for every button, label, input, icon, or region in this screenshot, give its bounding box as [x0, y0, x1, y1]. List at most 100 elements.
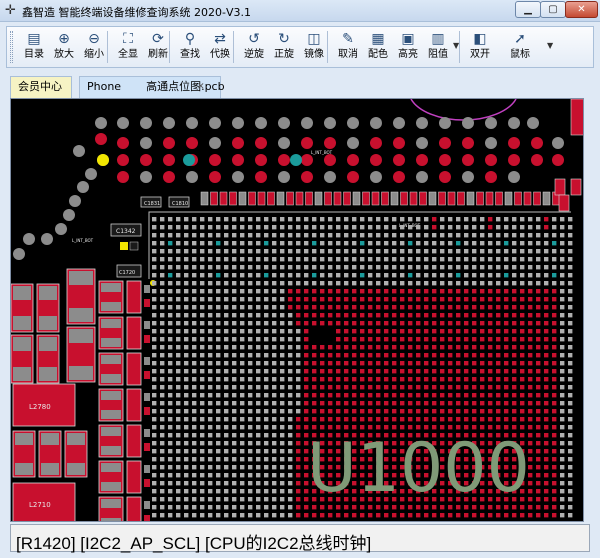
pcb-pad — [209, 137, 221, 149]
bga-pad — [464, 353, 469, 358]
bga-pad — [432, 249, 437, 254]
bga-pad — [336, 393, 341, 398]
bga-pad — [568, 425, 573, 430]
pcb-pad — [186, 117, 198, 129]
bga-pad — [560, 441, 565, 446]
bga-pad — [544, 329, 549, 334]
pcb-pad — [55, 223, 67, 235]
bga-pad — [488, 289, 493, 294]
bga-pad — [320, 377, 325, 382]
toolbar-button-mouse-pointer[interactable]: ➚ 鼠标 — [505, 29, 535, 65]
toolbar-button-replace[interactable]: ⇄ 代换 — [205, 29, 235, 65]
tab-close-icon[interactable]: ✕ — [197, 77, 205, 97]
bga-pad — [264, 377, 269, 382]
bga-pad — [224, 377, 229, 382]
toolbar-button-fit-all[interactable]: ⛶ 全显 — [113, 29, 143, 65]
bga-pad — [344, 377, 349, 382]
bga-pad — [384, 377, 389, 382]
bga-pad — [168, 225, 173, 230]
bga-pad — [536, 281, 541, 286]
bga-pad — [472, 369, 477, 374]
toolbar-grip[interactable] — [10, 31, 13, 63]
tab-pcb-file[interactable]: Phone 高通点位图.pcb ✕ — [79, 76, 225, 98]
pcb-board-view[interactable]: C1831C1810C1342C1720L_INT_BOTL_INT_BOTL_… — [11, 99, 584, 522]
mouse-dropdown-icon[interactable]: ▼ — [547, 41, 553, 50]
maximize-button[interactable]: ▢ — [540, 1, 566, 18]
chip-label-u1000: U1000 — [307, 429, 530, 508]
bga-pad — [432, 281, 437, 286]
bga-pad — [360, 345, 365, 350]
bga-pad — [336, 353, 341, 358]
bga-pad — [176, 281, 181, 286]
bga-pad — [376, 353, 381, 358]
toolbar-button-resistance[interactable]: ▥ 阻值 — [423, 29, 453, 65]
pcb-pad — [462, 117, 474, 129]
bga-pad — [256, 441, 261, 446]
toolbar-button-highlight[interactable]: ▣ 高亮 — [393, 29, 423, 65]
bga-pad — [392, 265, 397, 270]
bga-pad — [288, 409, 293, 414]
bga-pad — [184, 417, 189, 422]
toolbar-button-zoom-in[interactable]: ⊕ 放大 — [49, 29, 79, 65]
bga-pad — [224, 281, 229, 286]
bga-pad — [360, 233, 365, 238]
bga-pad — [344, 385, 349, 390]
toolbar-button-refresh[interactable]: ⟳ 刷新 — [143, 29, 173, 65]
toolbar-button-dual-open[interactable]: ◧ 双开 — [465, 29, 495, 65]
bga-pad — [264, 337, 269, 342]
bga-pad — [440, 337, 445, 342]
resistance-dropdown-icon[interactable]: ▼ — [453, 41, 459, 50]
bga-pad — [384, 241, 389, 246]
bga-pad — [320, 249, 325, 254]
bga-pad — [296, 473, 301, 478]
bga-pad — [184, 313, 189, 318]
bga-pad — [552, 217, 557, 222]
bga-pad — [560, 393, 565, 398]
pcb-canvas[interactable]: C1831C1810C1342C1720L_INT_BOTL_INT_BOTL_… — [10, 98, 584, 522]
toolbar-button-palette[interactable]: ▦ 配色 — [363, 29, 393, 65]
highlight-icon: ▣ — [401, 31, 415, 47]
bga-pad — [152, 457, 157, 462]
bga-pad — [552, 257, 557, 262]
bga-pad — [168, 473, 173, 478]
bga-pad — [376, 281, 381, 286]
toolbar-button-mirror[interactable]: ◫ 镜像 — [299, 29, 329, 65]
bga-pad — [248, 393, 253, 398]
minimize-button[interactable]: ▁ — [515, 1, 541, 18]
bga-pad — [352, 353, 357, 358]
component-pad — [69, 329, 93, 343]
bga-pad — [560, 481, 565, 486]
bga-pad — [496, 241, 501, 246]
close-button[interactable]: ✕ — [565, 1, 598, 18]
bga-pad — [376, 369, 381, 374]
bga-pad — [552, 457, 557, 462]
bga-pad — [264, 505, 269, 510]
bga-pad — [504, 385, 509, 390]
toolbar-button-rotate-ccw[interactable]: ↺ 逆旋 — [239, 29, 269, 65]
bga-pad — [512, 289, 517, 294]
bga-pad — [416, 417, 421, 422]
bga-pad — [520, 353, 525, 358]
toolbar-button-catalog[interactable]: ▤ 目录 — [19, 29, 49, 65]
toolbar-button-rotate-cw[interactable]: ↻ 正旋 — [269, 29, 299, 65]
bga-pad — [208, 385, 213, 390]
bga-pad — [184, 449, 189, 454]
bga-pad — [384, 289, 389, 294]
bga-pad — [408, 257, 413, 262]
toolbar-button-cancel-highlight[interactable]: ✎ 取消 — [333, 29, 363, 65]
toolbar-button-zoom-out[interactable]: ⊖ 缩小 — [79, 29, 109, 65]
tab-member-center[interactable]: 会员中心 — [10, 76, 72, 98]
bga-pad — [208, 393, 213, 398]
bga-pad — [312, 401, 317, 406]
toolbar-button-label: 鼠标 — [510, 49, 530, 60]
bga-pad — [328, 257, 333, 262]
bga-pad — [432, 233, 437, 238]
bga-pad — [544, 289, 549, 294]
bga-pad — [520, 297, 525, 302]
bga-pad — [272, 345, 277, 350]
bga-pad — [376, 249, 381, 254]
bga-pad — [256, 433, 261, 438]
bga-pad — [152, 417, 157, 422]
toolbar-button-search[interactable]: ⚲ 查找 — [175, 29, 205, 65]
bga-pad — [368, 257, 373, 262]
